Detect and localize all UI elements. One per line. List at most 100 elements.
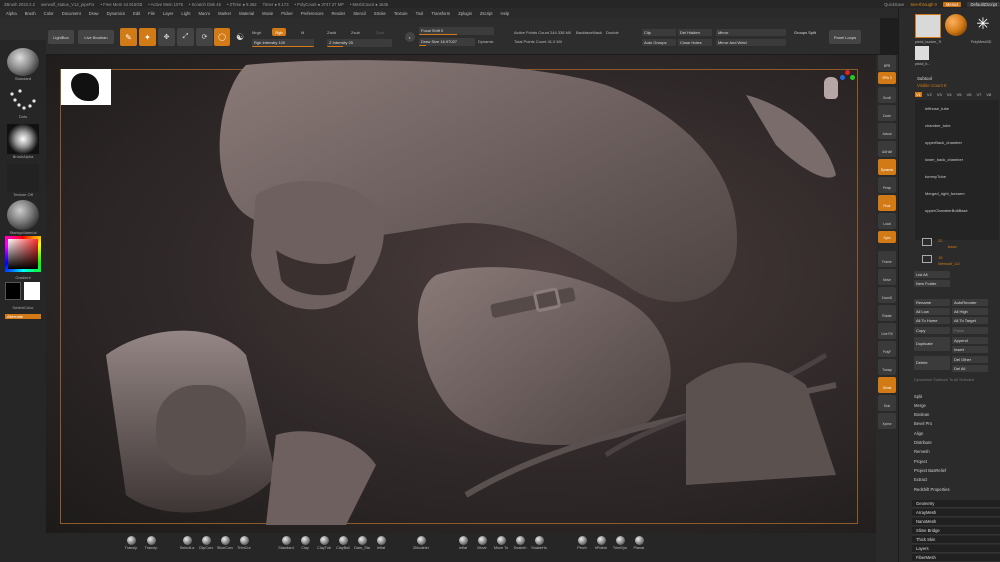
clip-button[interactable]: Clip [642,29,676,36]
menu-tool[interactable]: Tool [416,11,424,16]
actual-button[interactable]: Actual [878,123,896,139]
menu-light[interactable]: Light [181,11,190,16]
brush-pinch[interactable]: Pinch [573,536,591,550]
brush-selectlasso[interactable]: SelectLa [178,536,196,550]
subtool-item[interactable]: Merged_right_forearm [925,191,985,203]
menu-file[interactable]: File [148,11,155,16]
double-button[interactable]: Double [606,30,619,35]
zoom3d-button[interactable]: ZoomD [878,287,896,303]
polyf-button[interactable]: PolyF [878,341,896,357]
rgb-button[interactable]: Rgb [272,28,286,36]
menu-project-basrelief[interactable]: Project BasRelief [914,468,946,473]
stroke-slot[interactable]: Dots [5,88,41,119]
visible-set-v3[interactable]: V3 [937,92,942,97]
delete-button[interactable]: Delete [914,356,950,370]
menu-merge[interactable]: Merge [914,403,926,408]
menu-color[interactable]: Color [44,11,54,16]
move-button[interactable]: ✥ [158,28,175,46]
brush-standard[interactable]: Standard [277,536,295,550]
menu-macro[interactable]: Macro [199,11,211,16]
aahalf-button[interactable]: AAHalf [878,141,896,157]
brush-move[interactable]: Move [473,536,491,550]
line-fill-button[interactable]: Line Fill [878,323,896,339]
brush-clay[interactable]: Clay [296,536,314,550]
rename-button[interactable]: Rename [914,299,950,306]
subtool-title[interactable]: Subtool [917,76,932,81]
visible-set-v1[interactable]: V1 [915,92,922,97]
brush-trimdynamic[interactable]: TrimDyn [611,536,629,550]
menu-stencil[interactable]: Stencil [353,11,366,16]
visible-set-v8[interactable]: V8 [986,92,991,97]
live-boolean-button[interactable]: Live Boolean [78,30,114,44]
zsub-button[interactable]: Zsub [351,30,360,35]
dynamic-persp-button[interactable]: Dynamic [878,159,896,175]
section-geometry[interactable]: Geometry [912,500,1000,508]
scale-button[interactable]: ⤢ [177,28,194,46]
del-all-button[interactable]: Del All [952,365,988,372]
autoreorder-button[interactable]: AutoReorder [952,299,988,306]
visible-set-v7[interactable]: V7 [976,92,981,97]
paste-button[interactable]: Paste [952,327,988,334]
m-button[interactable]: M [301,30,304,35]
auto-groups-button[interactable]: Auto Groups [642,39,676,46]
brush-hpolish[interactable]: hPolish [592,536,610,550]
section-slime-bridge[interactable]: Slime Bridge [912,527,1000,535]
move-view-button[interactable]: Move [878,269,896,285]
visible-set-v5[interactable]: V5 [957,92,962,97]
solo-button[interactable]: Solo [878,395,896,411]
menu-movie[interactable]: Movie [262,11,273,16]
menu-redshift-properties[interactable]: Redshift Properties [914,487,950,492]
zcut-button[interactable]: Zcut [376,30,384,35]
section-nanomesh[interactable]: NanoMesh [912,518,1000,526]
del-hidden-button[interactable]: Del Hidden [678,29,712,36]
menu-render[interactable]: Render [331,11,345,16]
spix-button[interactable]: SPix 3 [878,72,896,84]
brush-slot[interactable]: Standard [5,48,41,81]
brush-planar[interactable]: Planar [630,536,648,550]
scroll-button[interactable]: Scroll [878,87,896,103]
transp-button[interactable]: Transp [878,359,896,375]
zoom-button[interactable]: Zoom [878,105,896,121]
tool-thumb-small[interactable] [915,46,929,60]
brush-claybuildup[interactable]: ClayBuil [334,536,352,550]
copy-button[interactable]: Copy [914,327,950,334]
xpose-button[interactable]: Xpose [878,413,896,429]
navigation-thumbnail[interactable] [61,69,111,105]
tool-thumb-zsphere[interactable] [945,14,967,36]
menu-edit[interactable]: Edit [133,11,140,16]
menu-brush[interactable]: Brush [25,11,36,16]
visible-set-v6[interactable]: V6 [967,92,972,97]
gradient-slot[interactable]: Gradient [5,275,41,300]
menu-align[interactable]: Align [914,431,923,436]
menu-zplugin[interactable]: Zplugin [458,11,472,16]
brush-snakehook-2[interactable]: SnakeHo [530,536,548,550]
del-other-button[interactable]: Del Other [952,356,988,363]
tool-thumb-simplebrush[interactable]: ✳ [971,14,995,36]
rotate-view-button[interactable]: Rotate [878,305,896,321]
pick-color-button[interactable]: ◯ [214,28,230,46]
brush-damstandard[interactable]: Dam_Sta [353,536,371,550]
subtool-folder[interactable]: 15 Werwolf_U2 [922,255,992,267]
section-arraymesh[interactable]: ArrayMesh [912,509,1000,517]
rotate-button[interactable]: ⟳ [196,28,213,46]
mrgb-label[interactable]: Mrgb [252,30,261,35]
brush-trimcurve[interactable]: TrimCur [235,536,253,550]
new-folder-button[interactable]: New Folder [914,280,950,287]
rgb-intensity-slider[interactable]: Rgb Intensity 100 [252,39,314,47]
visible-count[interactable]: Visible Count 8 [917,83,946,88]
menu-distribute[interactable]: Distribute [914,440,932,445]
all-high-button[interactable]: All High [952,308,988,315]
visible-set-v4[interactable]: V4 [947,92,952,97]
menu-picker[interactable]: Picker [281,11,293,16]
canvas-viewport[interactable] [46,55,876,533]
menu-zscript[interactable]: Zscript [480,11,493,16]
brush-inflat-2[interactable]: Inflat [454,536,472,550]
duplicate-button[interactable]: Duplicate [914,337,950,351]
color-picker[interactable] [5,236,41,272]
draw-button[interactable]: ✦ [139,28,156,46]
subtool-folder[interactable]: 22 base [922,238,992,250]
lightbox-button[interactable]: LightBox [48,30,74,44]
mirror-button[interactable]: Mirror [716,29,786,36]
section-fibermesh[interactable]: FiberMesh [912,554,1000,562]
axis-gizmo[interactable] [818,67,858,111]
